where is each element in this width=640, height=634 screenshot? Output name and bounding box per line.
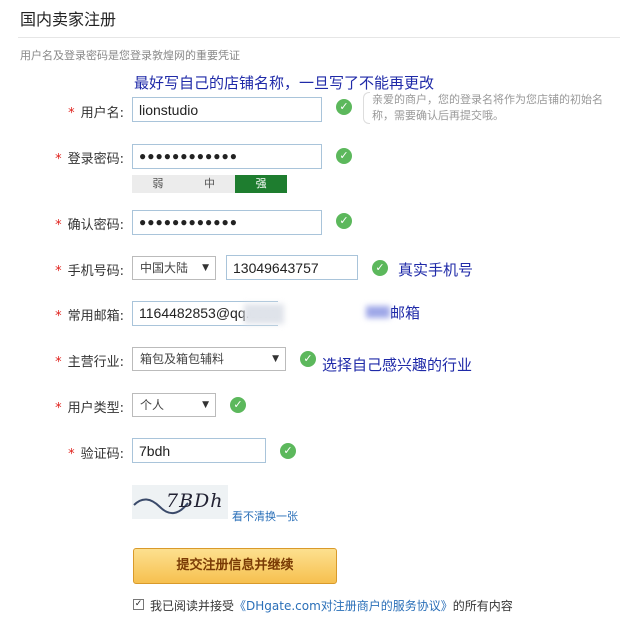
redaction-blur (366, 306, 390, 318)
redaction-blur (244, 304, 284, 324)
password-input[interactable]: ●●●●●●●●●●●● (132, 144, 322, 169)
chevron-down-icon: ▼ (202, 400, 209, 410)
industry-select[interactable]: 箱包及箱包辅料 ▼ (132, 347, 286, 371)
annotation-email: 邮箱 (390, 304, 421, 322)
region-select[interactable]: 中国大陆 ▼ (132, 256, 216, 280)
phone-label: * 手机号码: (55, 264, 124, 279)
check-circle-icon: ✓ (372, 260, 388, 276)
username-hint: 亲爱的商户，您的登录名将作为您店铺的初始名称，需要确认后再提交哦。 (372, 93, 603, 122)
user-type-label: * 用户类型: (55, 401, 124, 416)
captcha-text: 7BDh (166, 490, 224, 512)
confirm-password-input[interactable]: ●●●●●●●●●●●● (132, 210, 322, 235)
refresh-captcha-link[interactable]: 看不清换一张 (232, 508, 298, 524)
user-type-select-value: 个人 (140, 398, 165, 412)
username-input[interactable] (132, 97, 322, 122)
username-label: * 用户名: (68, 106, 124, 121)
industry-label: * 主营行业: (55, 355, 124, 370)
captcha-input[interactable] (132, 438, 266, 463)
divider (18, 37, 620, 38)
industry-select-value: 箱包及箱包辅料 (140, 352, 225, 366)
check-circle-icon: ✓ (300, 351, 316, 367)
strength-weak: 弱 (132, 175, 184, 193)
submit-button[interactable]: 提交注册信息并继续 (133, 548, 337, 584)
annotation-phone: 真实手机号 (398, 261, 474, 279)
confirm-password-label: * 确认密码: (55, 218, 124, 233)
agreement-text: 我已阅读并接受《DHgate.com对注册商户的服务协议》的所有内容 (150, 599, 513, 613)
captcha-image[interactable]: 7BDh (132, 485, 228, 519)
chevron-down-icon: ▼ (272, 354, 279, 364)
phone-input[interactable] (226, 255, 358, 280)
page-subtitle: 用户名及登录密码是您登录敦煌网的重要凭证 (20, 49, 240, 62)
check-circle-icon: ✓ (336, 148, 352, 164)
strength-medium: 中 (183, 175, 236, 193)
service-agreement-link[interactable]: 《DHgate.com对注册商户的服务协议》 (234, 599, 453, 613)
check-circle-icon: ✓ (336, 213, 352, 229)
check-circle-icon: ✓ (230, 397, 246, 413)
strength-strong: 强 (235, 175, 288, 193)
check-circle-icon: ✓ (336, 99, 352, 115)
annotation-industry: 选择自己感兴趣的行业 (322, 356, 473, 374)
hint-brace (363, 92, 370, 124)
region-select-value: 中国大陆 (140, 261, 189, 275)
annotation-username: 最好写自己的店铺名称，一旦写了不能再更改 (134, 74, 435, 92)
agreement-checkbox[interactable]: ✓ (133, 599, 144, 610)
email-label: * 常用邮箱: (55, 309, 124, 324)
page-title: 国内卖家注册 (20, 10, 117, 29)
check-circle-icon: ✓ (280, 443, 296, 459)
user-type-select[interactable]: 个人 ▼ (132, 393, 216, 417)
password-strength-meter: 弱 中 强 (132, 175, 288, 193)
password-label: * 登录密码: (55, 152, 124, 167)
chevron-down-icon: ▼ (202, 263, 209, 273)
captcha-label: * 验证码: (68, 447, 124, 462)
